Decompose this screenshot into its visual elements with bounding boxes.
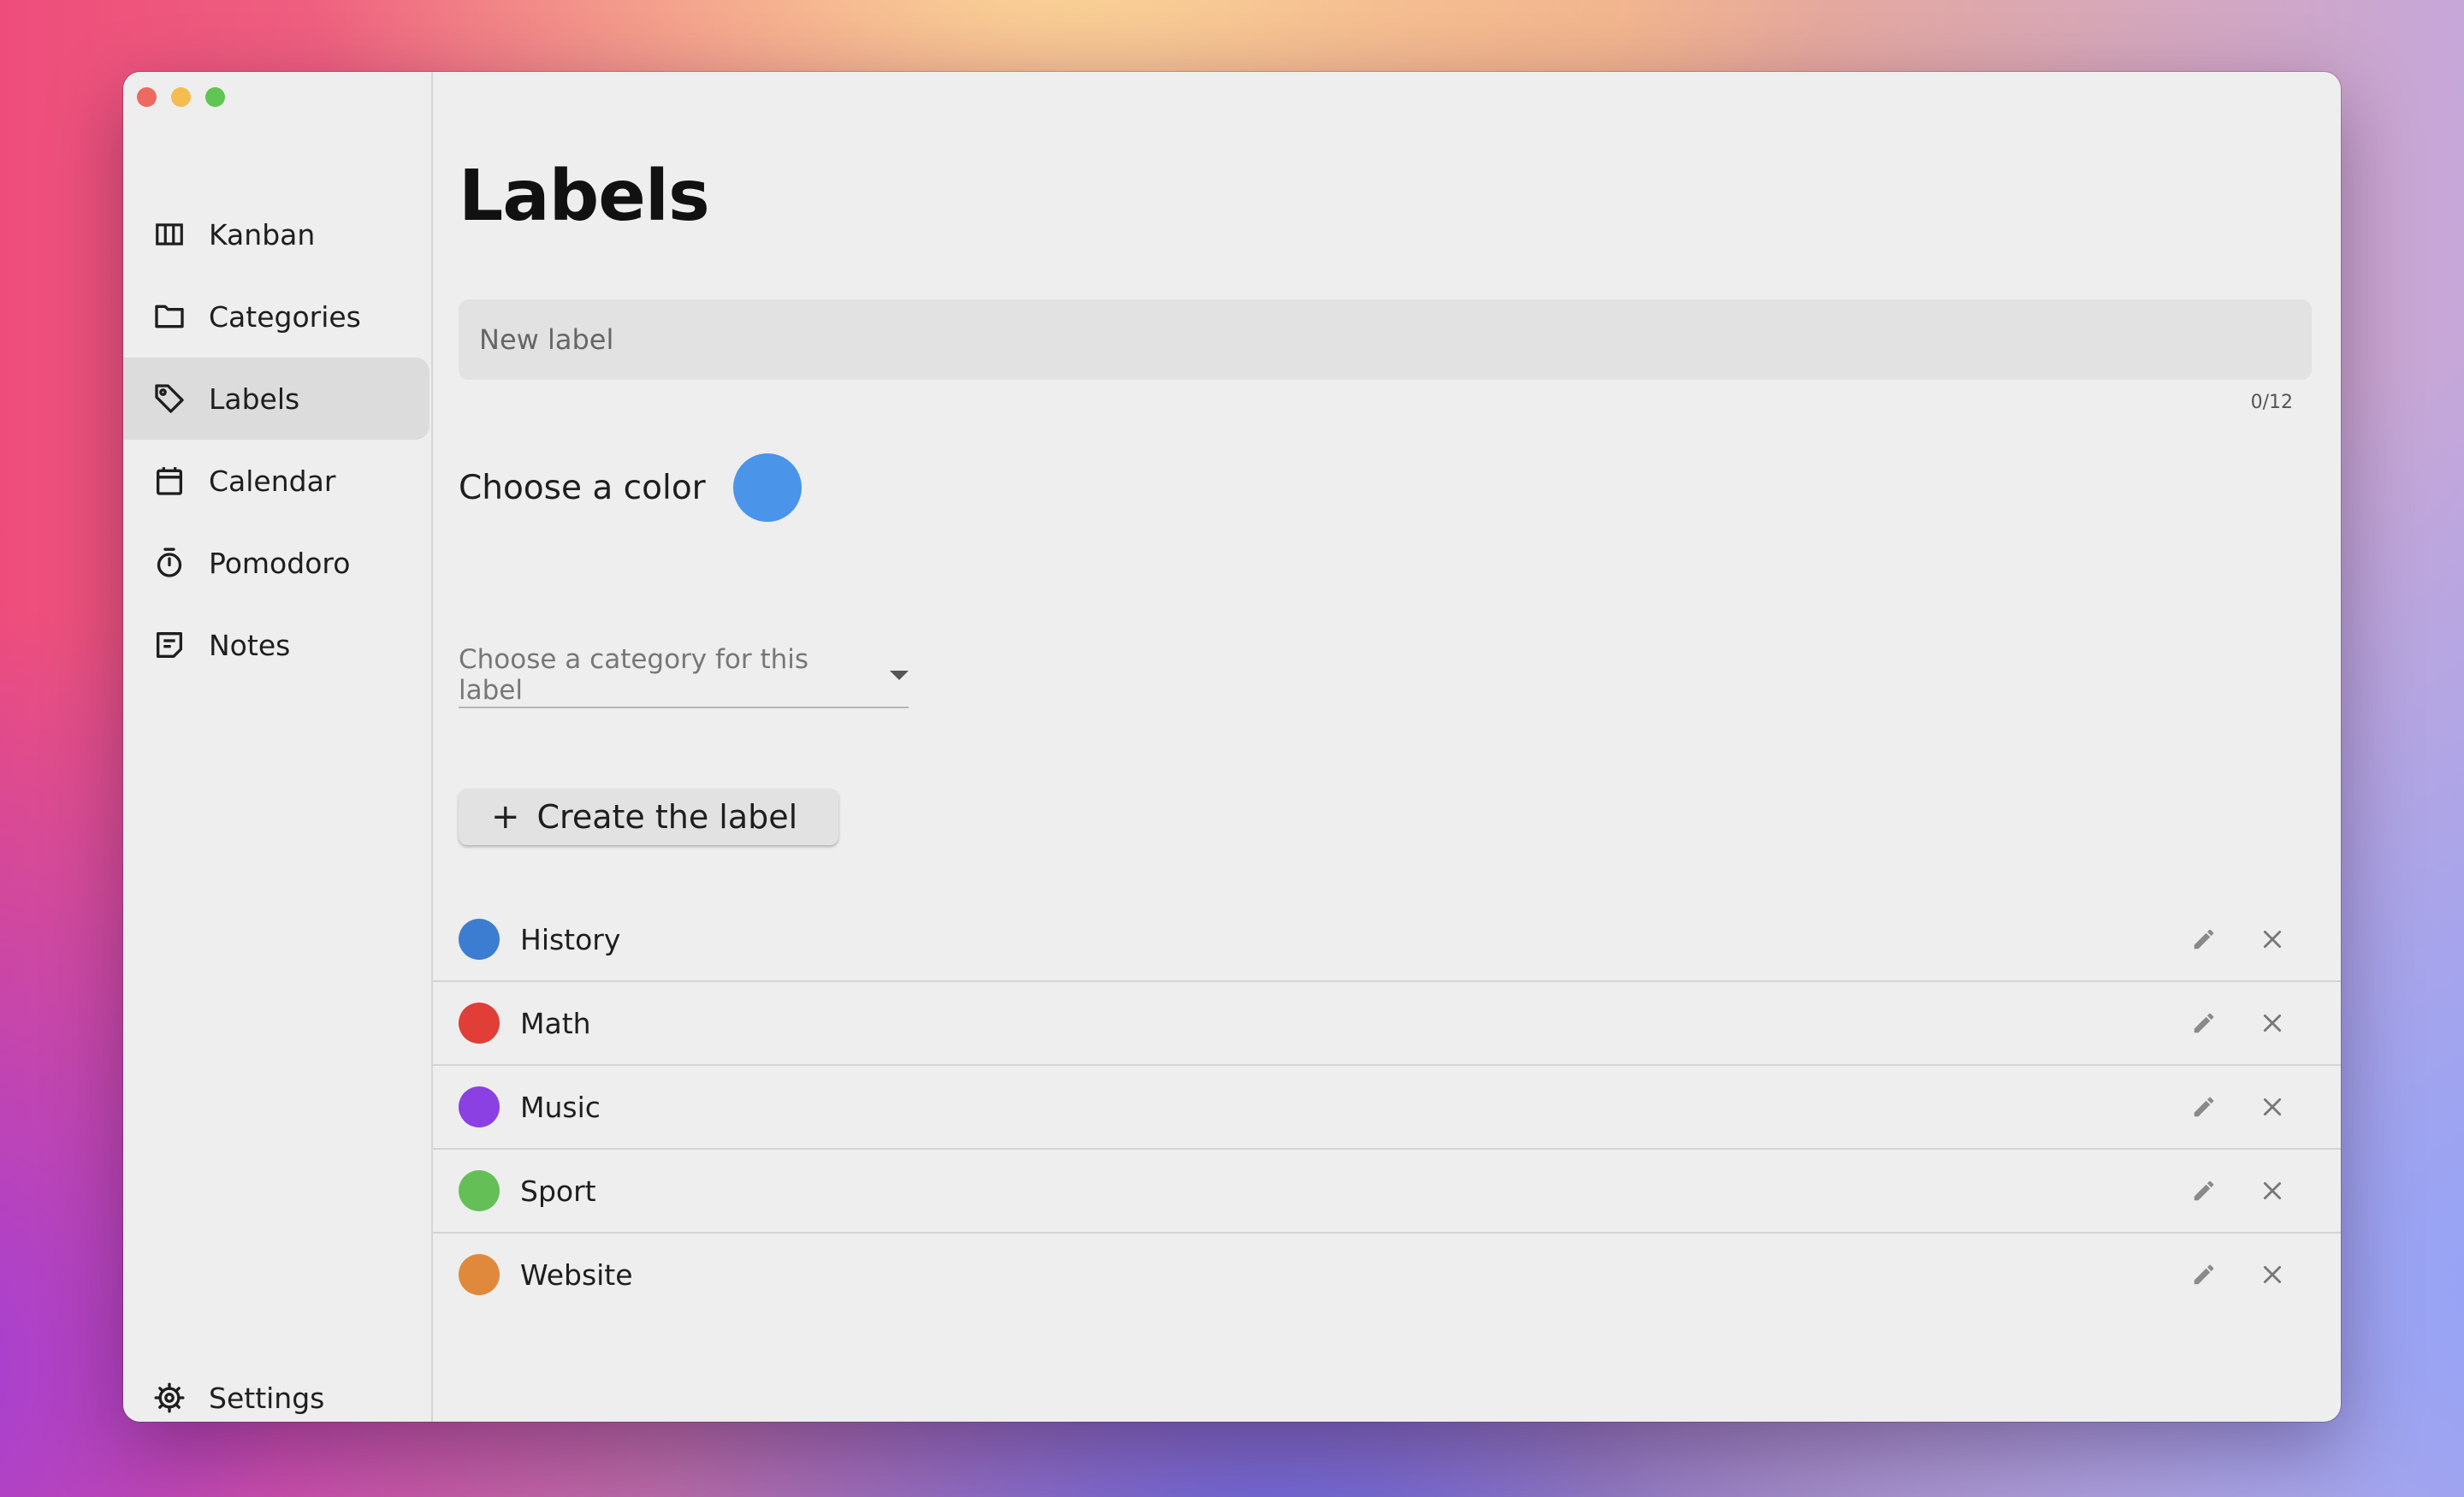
label-color-dot <box>459 1003 500 1044</box>
sidebar-item-settings[interactable]: Settings <box>123 1357 429 1422</box>
label-name: Sport <box>520 1174 596 1208</box>
close-icon <box>2261 1263 2283 1286</box>
timer-icon <box>151 544 188 582</box>
plus-icon: + <box>491 797 520 837</box>
label-actions <box>2187 1150 2289 1232</box>
sidebar-item-label: Kanban <box>209 217 316 251</box>
window-controls <box>137 87 225 107</box>
label-color-dot <box>459 919 500 960</box>
color-prompt: Choose a color <box>459 468 706 507</box>
create-label-button[interactable]: + Create the label <box>459 789 839 845</box>
label-name: Music <box>520 1090 601 1124</box>
label-color-dot <box>459 1086 500 1127</box>
label-name: Math <box>520 1006 591 1040</box>
sidebar-item-label: Labels <box>209 382 300 416</box>
label-row: Website <box>431 1234 2341 1316</box>
app-window: Kanban Categories Labels Calendar Pomodo… <box>123 72 2341 1422</box>
pencil-icon <box>2191 1094 2217 1120</box>
calendar-icon <box>151 462 188 500</box>
sidebar-item-notes[interactable]: Notes <box>123 604 429 686</box>
label-row: Sport <box>431 1150 2341 1234</box>
label-color-dot <box>459 1254 500 1295</box>
pencil-icon <box>2191 1010 2217 1036</box>
labels-list: History Math Music Sport Website <box>431 898 2341 1316</box>
close-window-button[interactable] <box>137 87 157 107</box>
tag-icon <box>151 380 188 417</box>
label-row: Math <box>431 982 2341 1066</box>
close-icon <box>2261 1012 2283 1034</box>
close-icon <box>2261 1180 2283 1202</box>
sidebar: Kanban Categories Labels Calendar Pomodo… <box>123 72 433 1422</box>
sidebar-item-calendar[interactable]: Calendar <box>123 440 429 522</box>
sidebar-item-labels[interactable]: Labels <box>123 358 429 440</box>
kanban-icon <box>151 216 188 253</box>
label-color-dot <box>459 1170 500 1211</box>
delete-label-button[interactable] <box>2255 1257 2289 1292</box>
label-name: Website <box>520 1257 633 1292</box>
label-row: Music <box>431 1066 2341 1150</box>
pencil-icon <box>2191 1178 2217 1204</box>
label-actions <box>2187 982 2289 1064</box>
gear-icon <box>151 1379 188 1417</box>
sidebar-item-label: Settings <box>209 1381 325 1415</box>
page-title: Labels <box>459 156 710 237</box>
color-picker-button[interactable] <box>732 453 802 522</box>
delete-label-button[interactable] <box>2255 922 2289 956</box>
label-name: History <box>520 922 621 956</box>
folder-icon <box>151 298 188 335</box>
dropdown-arrow-icon <box>890 670 909 680</box>
maximize-window-button[interactable] <box>205 87 225 107</box>
delete-label-button[interactable] <box>2255 1090 2289 1124</box>
notes-icon <box>151 626 188 664</box>
sidebar-item-kanban[interactable]: Kanban <box>123 193 429 275</box>
create-label-button-label: Create the label <box>536 798 798 836</box>
delete-label-button[interactable] <box>2255 1006 2289 1040</box>
color-picker-row: Choose a color <box>459 453 802 522</box>
sidebar-item-categories[interactable]: Categories <box>123 275 429 358</box>
main-content: Labels 0/12 Choose a color Choose a cate… <box>431 72 2341 1422</box>
delete-label-button[interactable] <box>2255 1174 2289 1208</box>
sidebar-item-label: Calendar <box>209 464 336 498</box>
pencil-icon <box>2191 926 2217 952</box>
sidebar-item-label: Categories <box>209 299 361 334</box>
close-icon <box>2261 1096 2283 1118</box>
edit-label-button[interactable] <box>2187 922 2221 956</box>
label-row: History <box>431 898 2341 982</box>
pencil-icon <box>2191 1262 2217 1287</box>
close-icon <box>2261 928 2283 950</box>
category-dropdown[interactable]: Choose a category for this label <box>459 643 909 708</box>
edit-label-button[interactable] <box>2187 1090 2221 1124</box>
edit-label-button[interactable] <box>2187 1006 2221 1040</box>
new-label-input[interactable] <box>459 299 2312 380</box>
character-counter: 0/12 <box>2250 392 2293 413</box>
label-actions <box>2187 1066 2289 1148</box>
sidebar-item-pomodoro[interactable]: Pomodoro <box>123 522 429 604</box>
label-actions <box>2187 1234 2289 1316</box>
minimize-window-button[interactable] <box>171 87 191 107</box>
sidebar-item-label: Pomodoro <box>209 546 351 580</box>
label-actions <box>2187 898 2289 980</box>
sidebar-item-label: Notes <box>209 628 291 662</box>
edit-label-button[interactable] <box>2187 1174 2221 1208</box>
edit-label-button[interactable] <box>2187 1257 2221 1292</box>
category-dropdown-placeholder: Choose a category for this label <box>459 644 809 706</box>
